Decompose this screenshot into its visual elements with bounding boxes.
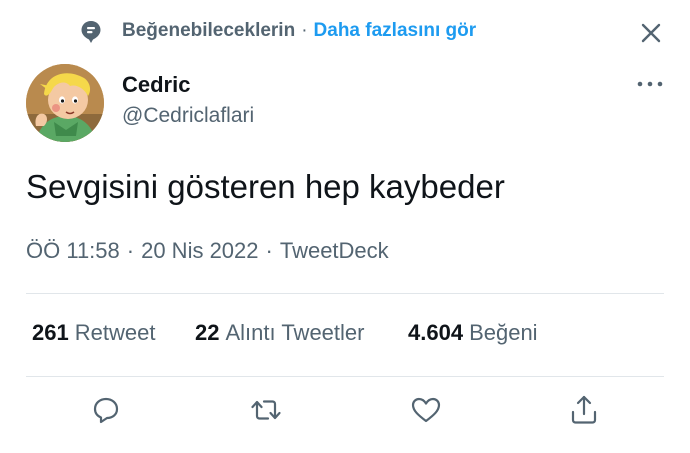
retweet-button[interactable] xyxy=(248,392,284,428)
context-separator: · xyxy=(301,20,308,41)
tweet-time[interactable]: ÖÖ 11:58 xyxy=(26,238,120,263)
author-handle[interactable]: @Cedriclaflari xyxy=(122,104,254,128)
see-more-link[interactable]: Daha fazlasını gör xyxy=(314,20,477,41)
context-line: Beğenebileceklerin · Daha fazlasını gör xyxy=(122,20,476,42)
like-count[interactable]: 4.604 Beğeni xyxy=(408,320,538,346)
quote-count-value: 22 xyxy=(195,320,220,345)
share-icon xyxy=(571,395,597,424)
like-button[interactable] xyxy=(408,392,444,428)
more-dots-icon[interactable] xyxy=(630,72,670,96)
retweet-count-value: 261 xyxy=(32,320,69,345)
like-count-value: 4.604 xyxy=(408,320,464,345)
context-label: Beğenebileceklerin xyxy=(122,20,296,41)
quote-count[interactable]: 22 Alıntı Tweetler xyxy=(195,320,364,346)
like-count-label: Beğeni xyxy=(469,320,538,345)
close-icon[interactable] xyxy=(636,18,666,48)
reply-icon xyxy=(93,397,119,424)
meta-separator: · xyxy=(126,238,135,263)
retweet-count-label: Retweet xyxy=(74,320,156,345)
avatar[interactable] xyxy=(26,64,104,142)
reply-button[interactable] xyxy=(88,392,124,428)
divider xyxy=(26,376,664,377)
retweet-icon xyxy=(251,400,281,420)
tweet-author: Cedric @Cedriclaflari xyxy=(0,60,690,144)
context-header: Beğenebileceklerin · Daha fazlasını gör xyxy=(0,0,690,64)
share-button[interactable] xyxy=(566,392,602,428)
heart-icon xyxy=(411,397,441,423)
tweet-date[interactable]: 20 Nis 2022 xyxy=(141,238,258,263)
tweet-source[interactable]: TweetDeck xyxy=(280,238,389,263)
action-bar xyxy=(0,392,690,436)
tweet-meta: ÖÖ 11:58 · 20 Nis 2022 · TweetDeck xyxy=(26,238,389,264)
retweet-count[interactable]: 261 Retweet xyxy=(32,320,155,346)
quote-count-label: Alıntı Tweetler xyxy=(225,320,365,345)
author-name[interactable]: Cedric xyxy=(122,72,190,98)
divider xyxy=(26,293,664,294)
tweet-text: Sevgisini gösteren hep kaybeder xyxy=(26,168,505,205)
meta-separator: · xyxy=(265,238,273,263)
topic-pin-icon xyxy=(81,21,101,43)
